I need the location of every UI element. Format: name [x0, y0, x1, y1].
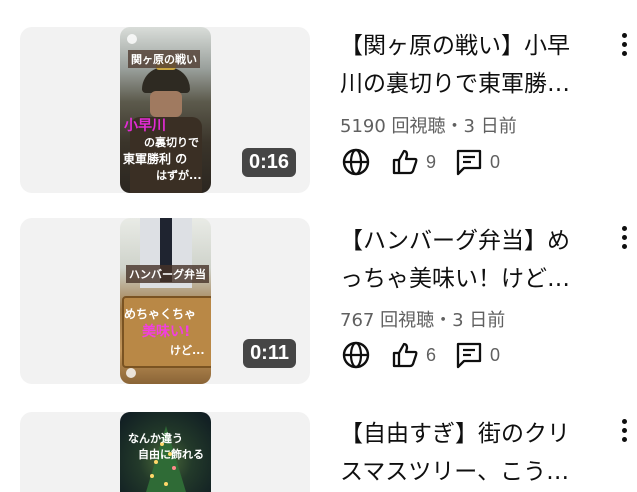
overlay-caption: 美味い! — [142, 324, 191, 340]
like-count: 6 — [426, 344, 437, 365]
video-title-line: っちゃ美味い！けど… — [340, 266, 570, 292]
video-title-line: 川の裏切りで東軍勝… — [340, 71, 570, 97]
comment-count: 0 — [490, 151, 501, 172]
channel-logo — [127, 34, 137, 44]
overlay-caption: 自由に飾れる — [138, 448, 204, 461]
video-title-line: 【ハンバーグ弁当】め — [340, 228, 570, 254]
overlay-caption: 小早川 — [124, 118, 166, 134]
samurai-helmet — [142, 67, 190, 93]
video-meta: 767 回視聴・3 日前 — [340, 310, 506, 331]
like-button[interactable]: 6 — [390, 338, 436, 372]
globe-icon[interactable] — [340, 145, 372, 179]
samurai-face — [150, 91, 182, 117]
video-meta: 5190 回視聴・3 日前 — [340, 116, 517, 137]
globe-icon[interactable] — [340, 338, 372, 372]
more-options-button[interactable] — [616, 419, 632, 449]
overlay-caption: ハンバーグ弁当 — [126, 265, 209, 283]
thumbs-up-icon — [392, 149, 418, 175]
video-thumbnail[interactable]: ハンバーグ弁当 めちゃくちゃ 美味い! けど... 0:11 — [20, 218, 310, 384]
comment-button[interactable]: 0 — [454, 338, 500, 372]
more-options-button[interactable] — [616, 33, 632, 63]
overlay-caption: はずが... — [156, 169, 202, 182]
comment-icon — [456, 149, 482, 176]
thumbs-up-icon — [392, 342, 418, 368]
video-thumbnail[interactable]: 関ヶ原の戦い 小早川 の裏切りで 東軍勝利 の はずが... 0:16 — [20, 27, 310, 193]
channel-logo — [126, 368, 136, 378]
duration-badge: 0:11 — [243, 339, 296, 368]
thumbnail-image: なんか違う 自由に飾れる — [120, 412, 211, 492]
video-thumbnail[interactable]: なんか違う 自由に飾れる — [20, 412, 310, 492]
video-title[interactable]: 【関ヶ原の戦い】小早 川の裏切りで東軍勝… — [340, 27, 602, 103]
duration-badge: 0:16 — [241, 148, 296, 177]
video-title[interactable]: 【自由すぎ】街のクリ スマスツリー、こう… — [340, 415, 602, 491]
overlay-caption: けど... — [170, 344, 205, 357]
overlay-caption: の裏切りで — [144, 136, 199, 149]
video-title-line: 【自由すぎ】街のクリ — [340, 421, 570, 447]
like-button[interactable]: 9 — [390, 145, 436, 179]
like-count: 9 — [426, 151, 437, 172]
thumbnail-image: ハンバーグ弁当 めちゃくちゃ 美味い! けど... — [120, 218, 211, 384]
comment-button[interactable]: 0 — [454, 145, 500, 179]
comment-count: 0 — [490, 344, 501, 365]
comment-icon — [456, 342, 482, 369]
overlay-caption: 関ヶ原の戦い — [128, 50, 200, 68]
video-title[interactable]: 【ハンバーグ弁当】め っちゃ美味い！けど… — [340, 222, 602, 298]
video-title-line: 【関ヶ原の戦い】小早 — [340, 33, 570, 59]
overlay-caption: めちゃくちゃ — [124, 307, 197, 321]
overlay-caption: なんか違う — [128, 432, 183, 445]
overlay-caption: 東軍勝利 の — [123, 152, 188, 166]
more-options-button[interactable] — [616, 226, 632, 256]
video-title-line: スマスツリー、こう… — [340, 459, 570, 485]
thumbnail-image: 関ヶ原の戦い 小早川 の裏切りで 東軍勝利 の はずが... — [120, 27, 211, 193]
